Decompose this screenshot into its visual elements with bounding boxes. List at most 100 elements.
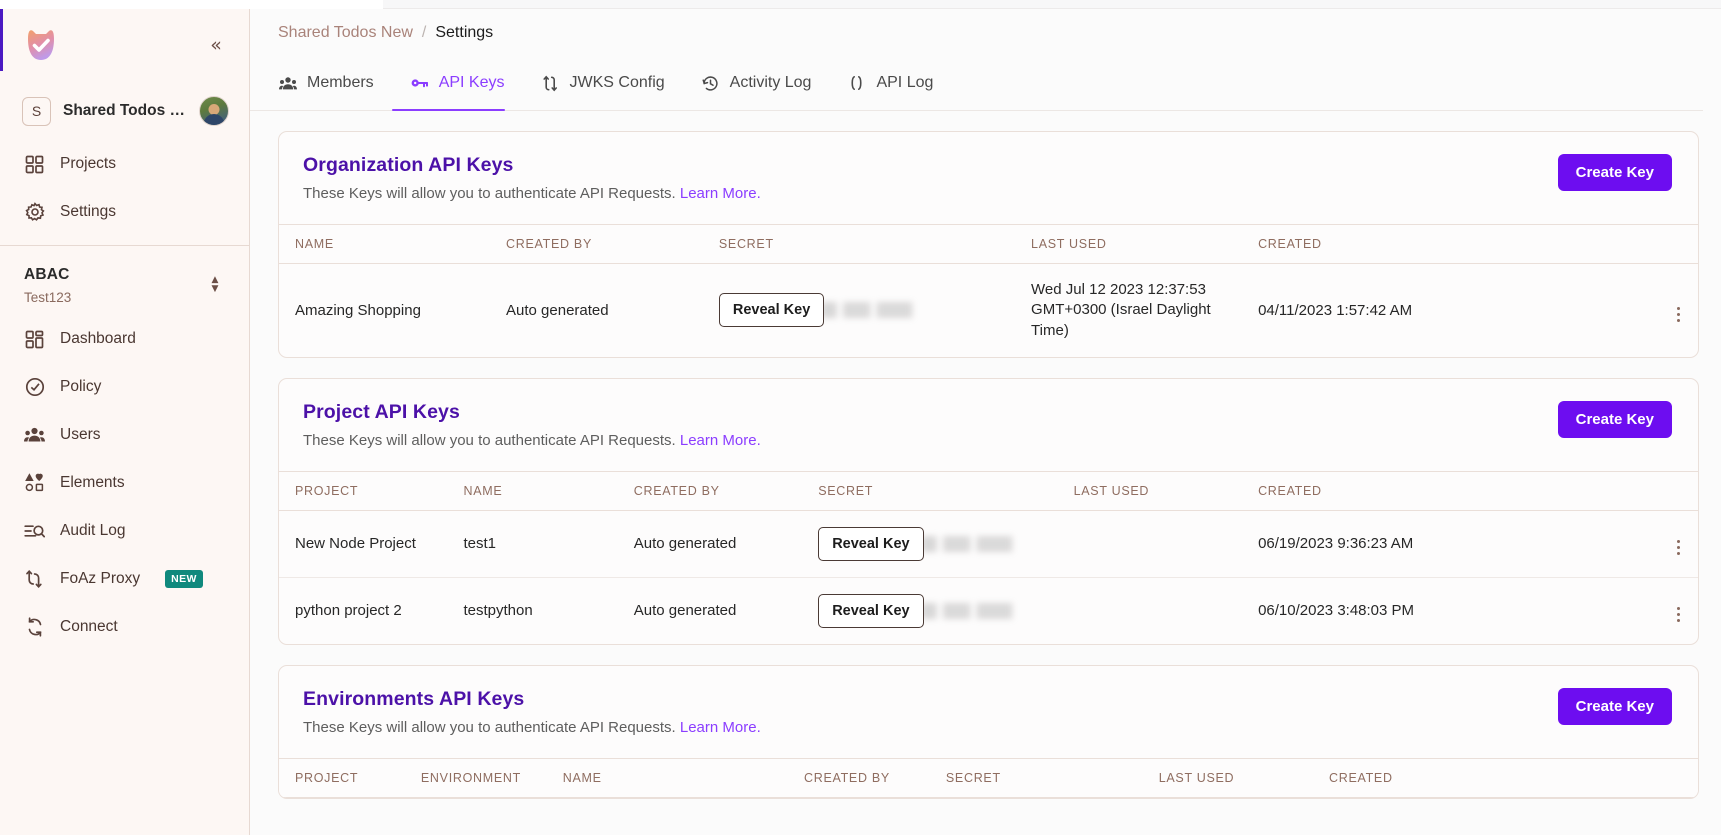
tab-members[interactable]: Members	[278, 56, 392, 110]
row-menu-icon[interactable]	[1668, 304, 1688, 324]
cell-last-used	[1073, 510, 1259, 578]
organization-name: Shared Todos …	[63, 102, 186, 119]
column-header-last-used: LAST USED	[1031, 224, 1259, 264]
settings-tabs: Members API Keys JWKS Config Activity Lo…	[250, 57, 1703, 111]
section-description-text: These Keys will allow you to authenticat…	[303, 431, 676, 449]
row-menu-icon[interactable]	[1668, 538, 1688, 558]
learn-more-link[interactable]: Learn More.	[680, 719, 761, 736]
table-row: Amazing Shopping Auto generated Reveal K…	[279, 264, 1698, 357]
tab-label: API Keys	[438, 74, 505, 91]
tab-activity-log[interactable]: Activity Log	[683, 56, 830, 110]
cell-created-by: Auto generated	[633, 602, 737, 620]
tab-api-keys[interactable]: API Keys	[391, 56, 523, 111]
organization-api-keys-table: NAME CREATED BY SECRET LAST USED CREATED…	[279, 224, 1698, 357]
cell-actions	[1528, 577, 1698, 644]
section-description: These Keys will allow you to authenticat…	[303, 432, 761, 449]
api-keys-content: Organization API Keys These Keys will al…	[250, 111, 1721, 835]
tab-api-log[interactable]: API Log	[829, 56, 951, 110]
card-header: Organization API Keys These Keys will al…	[279, 132, 1698, 224]
create-key-button[interactable]: Create Key	[1557, 400, 1672, 438]
workspace-selector[interactable]: ABAC Test123 ▲ ▼	[0, 246, 249, 309]
create-key-button[interactable]: Create Key	[1557, 687, 1672, 725]
column-header-secret: SECRET	[818, 470, 1074, 511]
breadcrumb-separator: /	[421, 24, 427, 41]
sidebar-item-label: Connect	[60, 618, 118, 635]
organization-badge: S	[22, 96, 51, 126]
avatar[interactable]	[199, 96, 229, 126]
sidebar-item-label: Projects	[60, 155, 116, 172]
sidebar-secondary-nav: Dashboard Policy Users Elements Audit Lo…	[0, 309, 249, 651]
column-header-created-by: CREATED BY	[633, 470, 819, 511]
tab-label: Members	[307, 74, 374, 91]
code-icon	[847, 74, 866, 93]
sidebar-item-users[interactable]: Users	[0, 411, 249, 459]
breadcrumb-parent[interactable]: Shared Todos New	[278, 24, 413, 42]
jwks-icon	[541, 74, 560, 93]
permit-logo-icon[interactable]	[22, 26, 60, 64]
cell-secret: Reveal Key	[718, 264, 1031, 357]
sidebar-item-label: FoAz Proxy	[60, 570, 141, 587]
sidebar-item-projects[interactable]: Projects	[0, 140, 249, 188]
section-description: These Keys will allow you to authenticat…	[303, 719, 761, 736]
sidebar-item-settings[interactable]: Settings	[0, 188, 249, 236]
sidebar-item-label: Settings	[60, 203, 117, 220]
table-header-row: NAME CREATED BY SECRET LAST USED CREATED	[279, 224, 1698, 264]
column-header-created: CREATED	[1258, 224, 1528, 264]
reveal-key-button[interactable]: Reveal Key	[718, 293, 825, 328]
column-header-actions	[1527, 757, 1698, 798]
avatar-body	[203, 114, 225, 125]
sidebar-item-audit-log[interactable]: Audit Log	[0, 507, 249, 555]
reveal-key-button[interactable]: Reveal Key	[818, 526, 924, 561]
project-api-keys-table: PROJECT NAME CREATED BY SECRET LAST USED…	[279, 470, 1698, 644]
column-header-project: PROJECT	[279, 757, 421, 798]
status-badge: NEW	[165, 570, 203, 588]
sidebar-item-label: Dashboard	[60, 330, 136, 347]
column-header-created-by: CREATED BY	[506, 224, 719, 264]
cell-secret: Reveal Key	[818, 510, 1074, 578]
row-menu-icon[interactable]	[1668, 605, 1688, 625]
sidebar-item-connect[interactable]: Connect	[0, 603, 249, 651]
section-title: Organization API Keys	[303, 154, 514, 176]
table-row: New Node Project test1 Auto generated Re…	[279, 510, 1698, 578]
cell-actions	[1528, 264, 1698, 357]
column-header-created-by: CREATED BY	[804, 757, 946, 798]
page-title: Settings	[435, 24, 494, 41]
cell-created: 04/11/2023 1:57:42 AM	[1258, 301, 1413, 319]
column-header-name: NAME	[562, 757, 804, 798]
workspace-switch-icon[interactable]: ▲ ▼	[208, 272, 222, 298]
sidebar: « S Shared Todos … Projects Settings ABA…	[0, 0, 250, 835]
create-key-button[interactable]: Create Key	[1557, 154, 1672, 191]
learn-more-link[interactable]: Learn More.	[680, 185, 761, 202]
cell-last-used: Wed Jul 12 2023 12:37:53 GMT+0300 (Israe…	[1031, 281, 1211, 339]
workspace-subtitle: Test123	[24, 290, 72, 305]
reveal-key-button[interactable]: Reveal Key	[818, 593, 924, 628]
section-description-text: These Keys will allow you to authenticat…	[303, 718, 676, 736]
section-description-text: These Keys will allow you to authenticat…	[303, 185, 676, 202]
cell-name: testpython	[463, 602, 533, 620]
tab-jwks-config[interactable]: JWKS Config	[523, 56, 683, 110]
sidebar-item-foaz-proxy[interactable]: FoAz Proxy NEW	[0, 555, 249, 603]
column-header-environment: ENVIRONMENT	[420, 757, 563, 798]
users-icon	[24, 425, 45, 446]
table-header-row: PROJECT NAME CREATED BY SECRET LAST USED…	[279, 470, 1698, 511]
column-header-actions	[1527, 470, 1698, 511]
sidebar-item-policy[interactable]: Policy	[0, 363, 249, 411]
tab-label: API Log	[876, 74, 934, 91]
column-header-last-used: LAST USED	[1073, 470, 1259, 511]
organization-switcher[interactable]: S Shared Todos …	[22, 88, 229, 134]
connect-icon	[24, 617, 45, 638]
collapse-sidebar-button[interactable]: «	[203, 32, 229, 58]
workspace-title: ABAC	[24, 266, 70, 283]
card-header: Project API Keys These Keys will allow y…	[279, 379, 1698, 471]
sidebar-item-elements[interactable]: Elements	[0, 459, 249, 507]
secret-masked-value	[920, 602, 1026, 619]
section-description: These Keys will allow you to authenticat…	[303, 185, 761, 202]
learn-more-link[interactable]: Learn More.	[680, 432, 761, 449]
cell-created: 06/19/2023 9:36:23 AM	[1258, 510, 1528, 578]
environments-api-keys-table: PROJECT ENVIRONMENT NAME CREATED BY SECR…	[279, 757, 1698, 798]
main-content: Shared Todos New / Settings Members API …	[250, 0, 1721, 835]
column-header-created: CREATED	[1329, 757, 1528, 798]
elements-icon	[24, 473, 45, 494]
sidebar-item-dashboard[interactable]: Dashboard	[0, 315, 249, 363]
cell-actions	[1527, 510, 1698, 578]
